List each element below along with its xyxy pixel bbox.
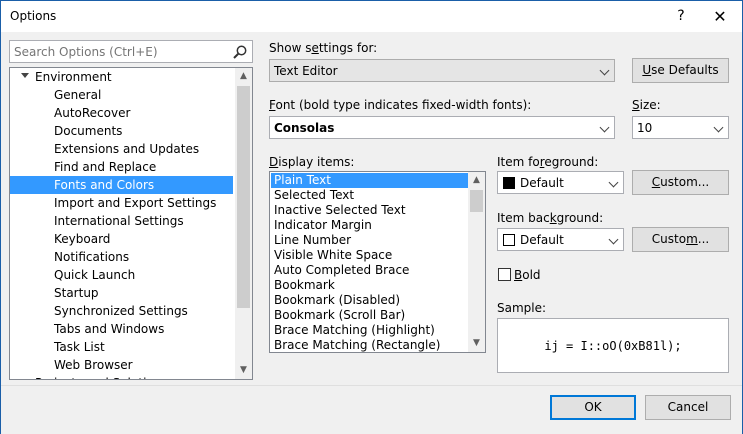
tree-items: Environment General AutoRecover Documents E…	[10, 68, 233, 380]
tree-item[interactable]: Quick Launch	[10, 266, 233, 284]
options-tree[interactable]: Environment General AutoRecover Documents E…	[9, 67, 253, 380]
cancel-button[interactable]: Cancel	[645, 395, 731, 420]
display-item[interactable]: Line Number	[271, 233, 468, 248]
display-item[interactable]: Brace Matching (Highlight)	[271, 323, 468, 338]
window-title: Options	[10, 9, 57, 23]
help-button[interactable]: ?	[665, 1, 697, 32]
background-swatch	[503, 234, 515, 246]
tree-node-label: Projects and Solutions	[35, 376, 168, 379]
item-foreground-label: Item foreground:	[497, 155, 599, 169]
display-item[interactable]: Inactive Selected Text	[271, 203, 468, 218]
scroll-up-icon[interactable]: ▲	[468, 172, 485, 189]
display-item[interactable]: Indicator Margin	[271, 218, 468, 233]
expand-arrow-icon[interactable]	[21, 73, 29, 78]
chevron-down-icon	[599, 65, 610, 76]
tree-node-projects-and-solutions[interactable]: Projects and Solutions	[10, 374, 233, 380]
scroll-thumb[interactable]	[237, 86, 250, 308]
use-defaults-button[interactable]: Use Defaults	[632, 58, 729, 83]
tree-item[interactable]: Find and Replace	[10, 158, 233, 176]
tree-item[interactable]: Import and Export Settings	[10, 194, 233, 212]
tree-item[interactable]: Extensions and Updates	[10, 140, 233, 158]
chevron-down-icon	[608, 177, 619, 188]
font-label: Font (bold type indicates fixed-width fo…	[269, 98, 532, 112]
show-settings-label: Show settings for:	[269, 41, 378, 55]
item-foreground-dropdown[interactable]: Default	[497, 171, 624, 194]
display-item[interactable]: Auto Completed Brace	[271, 263, 468, 278]
background-custom-button[interactable]: Custom...	[632, 227, 729, 252]
chevron-down-icon	[713, 122, 724, 133]
display-item[interactable]: Plain Text	[271, 173, 468, 188]
font-value: Consolas	[274, 121, 335, 135]
display-items-scrollbar[interactable]: ▲ ▼	[468, 172, 485, 352]
tree-node-label: Environment	[35, 70, 112, 84]
tree-scrollbar[interactable]: ▲ ▼	[235, 68, 252, 379]
search-input[interactable]	[14, 44, 224, 60]
size-value: 10	[637, 121, 653, 135]
tree-item[interactable]: Notifications	[10, 248, 233, 266]
scroll-down-icon[interactable]: ▼	[235, 362, 252, 379]
tree-node-environment[interactable]: Environment	[10, 68, 233, 86]
tree-item[interactable]: Task List	[10, 338, 233, 356]
item-background-dropdown[interactable]: Default	[497, 228, 624, 251]
collapsed-arrow-icon[interactable]	[23, 379, 28, 380]
show-settings-value: Text Editor	[274, 64, 338, 78]
foreground-swatch	[503, 177, 515, 189]
tree-item[interactable]: Synchronized Settings	[10, 302, 233, 320]
display-item[interactable]: Brace Matching (Rectangle)	[271, 338, 468, 352]
item-background-value: Default	[520, 233, 564, 247]
search-icon[interactable]	[232, 44, 248, 60]
bold-label[interactable]: Bold	[514, 268, 541, 282]
scroll-up-icon[interactable]: ▲	[235, 68, 252, 85]
sample-preview: ij = I::oO(0xB81l);	[497, 318, 729, 373]
tree-item[interactable]: AutoRecover	[10, 104, 233, 122]
close-button[interactable]: ✕	[704, 1, 736, 32]
item-background-label: Item background:	[497, 211, 604, 225]
tree-item[interactable]: Web Browser	[10, 356, 233, 374]
display-items-list[interactable]: Plain Text Selected Text Inactive Selected…	[269, 171, 486, 353]
display-item[interactable]: Bookmark (Scroll Bar)	[271, 308, 468, 323]
tree-item[interactable]: Keyboard	[10, 230, 233, 248]
tree-item[interactable]: Startup	[10, 284, 233, 302]
foreground-custom-button[interactable]: Custom...	[632, 170, 729, 195]
bold-checkbox[interactable]	[498, 268, 511, 281]
display-item[interactable]: Visible White Space	[271, 248, 468, 263]
scroll-down-icon[interactable]: ▼	[468, 335, 485, 352]
display-items-label: Display items:	[269, 155, 355, 169]
display-item[interactable]: Bookmark	[271, 278, 468, 293]
tree-item[interactable]: International Settings	[10, 212, 233, 230]
scroll-thumb[interactable]	[470, 190, 483, 212]
tree-item[interactable]: Fonts and Colors	[10, 176, 233, 194]
show-settings-dropdown[interactable]: Text Editor	[269, 59, 615, 82]
size-label: Size:	[632, 98, 661, 112]
display-items: Plain Text Selected Text Inactive Selected…	[271, 173, 468, 352]
sample-label: Sample:	[497, 301, 547, 315]
tree-item[interactable]: General	[10, 86, 233, 104]
display-item[interactable]: Selected Text	[271, 188, 468, 203]
chevron-down-icon	[608, 234, 619, 245]
font-dropdown[interactable]: Consolas	[269, 116, 615, 139]
title-bar: Options ? ✕	[1, 1, 742, 32]
tree-item[interactable]: Documents	[10, 122, 233, 140]
size-dropdown[interactable]: 10	[632, 116, 729, 139]
chevron-down-icon	[599, 122, 610, 133]
ok-button[interactable]: OK	[550, 395, 636, 420]
display-item[interactable]: Bookmark (Disabled)	[271, 293, 468, 308]
item-foreground-value: Default	[520, 176, 564, 190]
tree-item[interactable]: Tabs and Windows	[10, 320, 233, 338]
search-box[interactable]	[9, 40, 253, 63]
options-dialog: Options ? ✕ Environment GeneralAutoRecov…	[0, 0, 743, 434]
sample-text: ij = I::oO(0xB81l);	[544, 339, 682, 353]
